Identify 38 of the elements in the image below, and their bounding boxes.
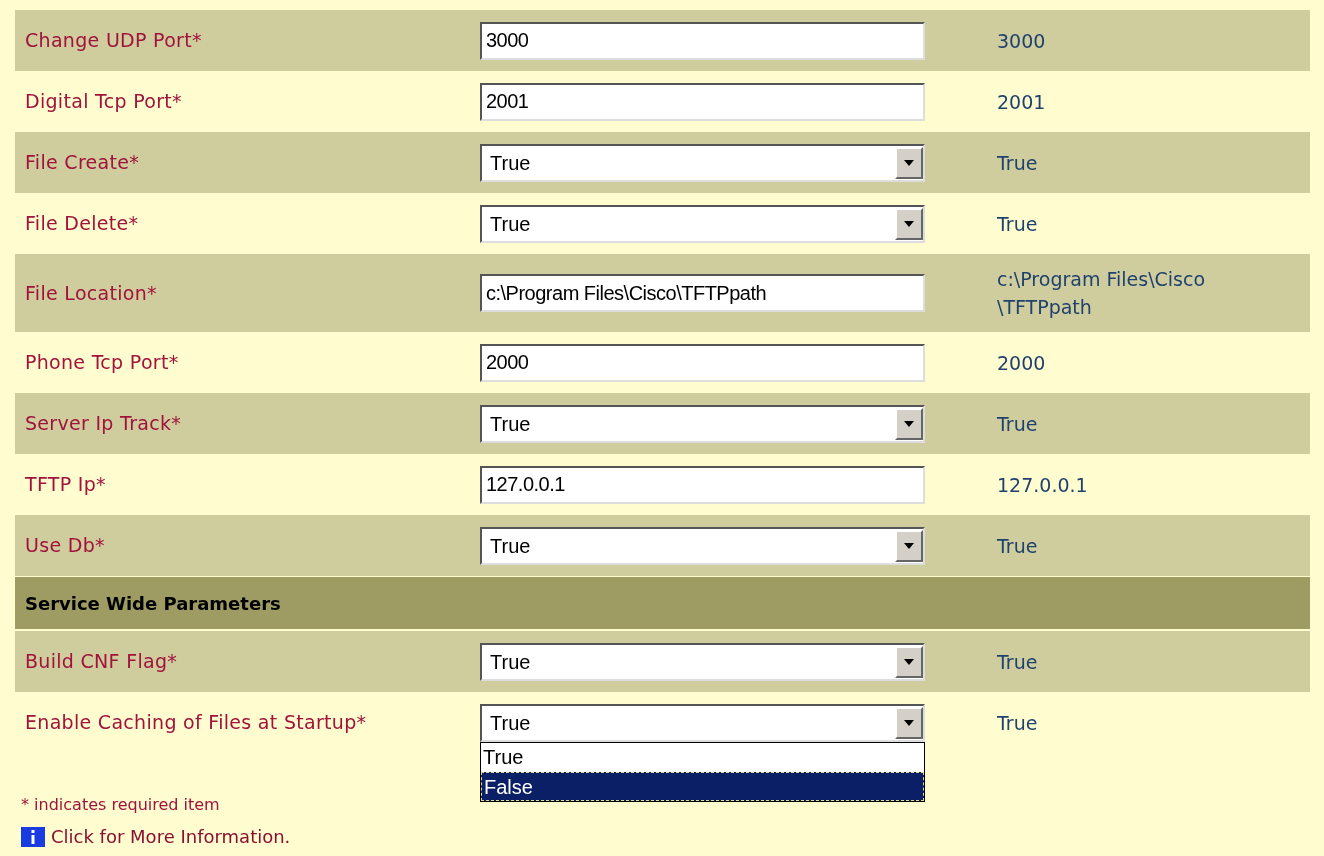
field-label: Enable Caching of Files at Startup* bbox=[25, 711, 367, 734]
current-value: True bbox=[997, 211, 1039, 237]
field-label: Change UDP Port* bbox=[25, 29, 202, 52]
text-field[interactable]: 2001 bbox=[480, 82, 925, 121]
dropdown-field[interactable]: True bbox=[480, 642, 925, 681]
dropdown-option[interactable]: False bbox=[481, 771, 924, 801]
info-icon bbox=[21, 826, 45, 847]
current-value: True bbox=[997, 649, 1039, 675]
dropdown-field[interactable]: True bbox=[480, 404, 925, 443]
current-value: True bbox=[997, 150, 1039, 176]
text-field[interactable]: c:\Program Files\Cisco\TFTPpath bbox=[480, 274, 925, 312]
field-label: TFTP Ip* bbox=[25, 473, 106, 496]
field-label: Use Db* bbox=[25, 534, 105, 557]
current-value: 127.0.0.1 bbox=[997, 472, 1089, 498]
dropdown-field[interactable]: True bbox=[480, 526, 925, 565]
field-label: File Delete* bbox=[25, 212, 139, 235]
field-label: Phone Tcp Port* bbox=[25, 351, 179, 374]
text-field[interactable]: 2000 bbox=[480, 343, 925, 382]
field-label: File Location* bbox=[25, 281, 157, 304]
text-field[interactable]: 3000 bbox=[480, 21, 925, 60]
field-label: Digital Tcp Port* bbox=[25, 90, 182, 113]
dropdown-field[interactable]: True bbox=[480, 703, 925, 742]
current-value: 2001 bbox=[997, 89, 1047, 115]
required-note: * indicates required item bbox=[21, 794, 221, 816]
current-value: True bbox=[997, 533, 1039, 559]
current-value: c:\Program Files\Cisco\TFTPpath bbox=[997, 267, 1207, 320]
current-value: True bbox=[997, 710, 1039, 736]
current-value: True bbox=[997, 411, 1039, 437]
more-info-link[interactable]: Click for More Information. bbox=[51, 823, 291, 850]
section-title: Service Wide Parameters bbox=[25, 591, 281, 616]
dropdown-field[interactable]: True bbox=[480, 204, 925, 243]
text-field[interactable]: 127.0.0.1 bbox=[480, 465, 925, 504]
field-label: Build CNF Flag* bbox=[25, 650, 178, 673]
field-label: File Create* bbox=[25, 151, 140, 174]
current-value: 2000 bbox=[997, 350, 1047, 376]
field-label: Server Ip Track* bbox=[25, 412, 182, 435]
dropdown-field[interactable]: True bbox=[480, 143, 925, 182]
current-value: 3000 bbox=[997, 28, 1047, 54]
